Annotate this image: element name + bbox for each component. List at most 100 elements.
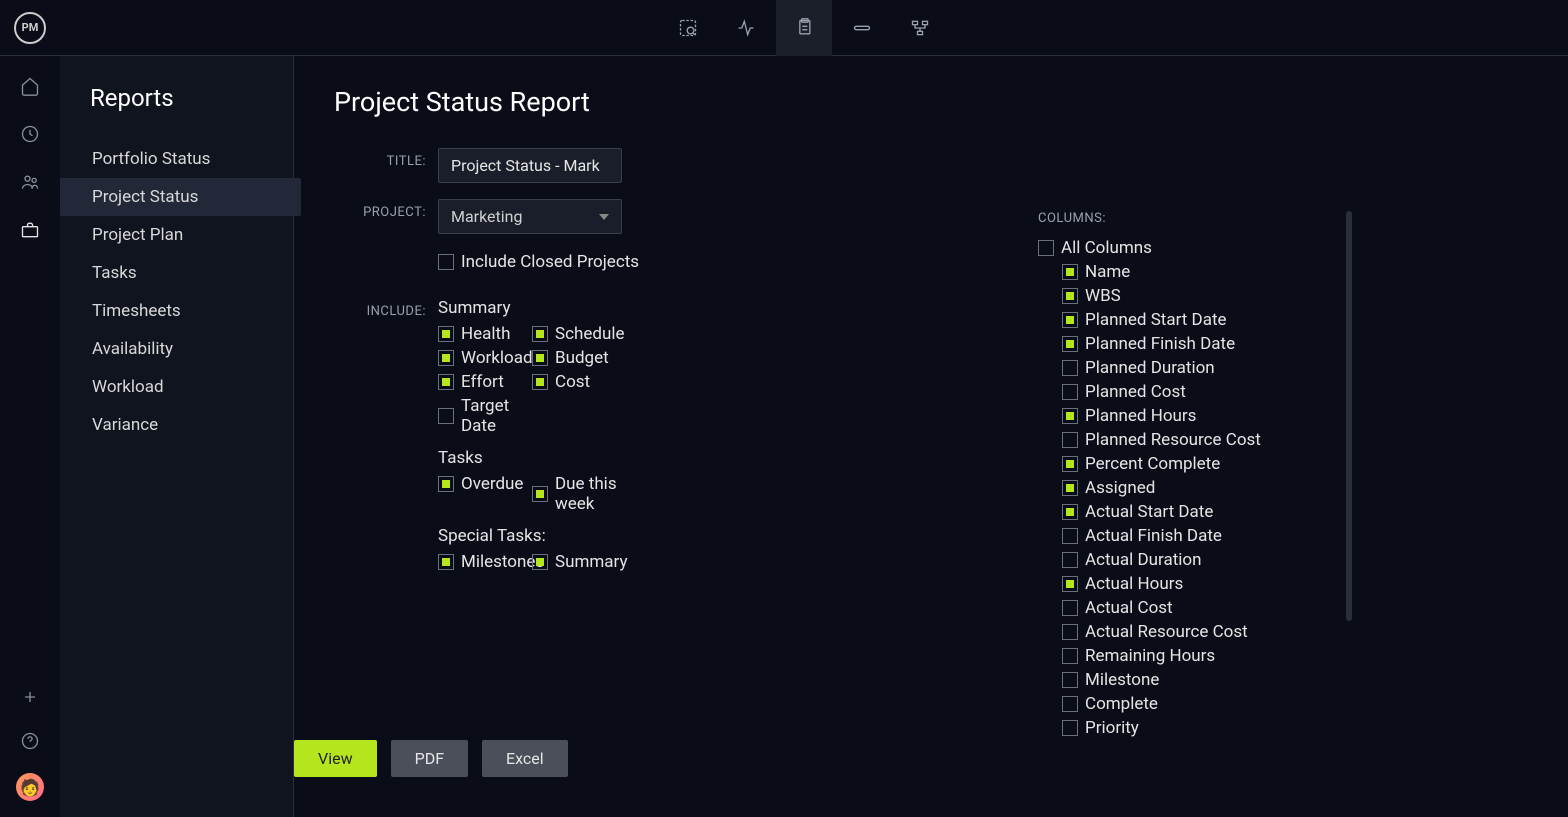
sidebar-item-timesheets[interactable]: Timesheets <box>90 292 293 330</box>
checkbox-cost[interactable] <box>532 374 548 390</box>
column-label: Name <box>1085 262 1130 282</box>
checkbox-target-date[interactable] <box>438 408 454 424</box>
column-checkbox-planned-resource-cost[interactable] <box>1062 432 1078 448</box>
column-label: Actual Finish Date <box>1085 526 1222 546</box>
column-checkbox-priority[interactable] <box>1062 720 1078 736</box>
include-label: INCLUDE: <box>334 298 426 319</box>
all-columns-checkbox[interactable] <box>1038 240 1054 256</box>
column-label: Actual Cost <box>1085 598 1173 618</box>
column-checkbox-planned-finish-date[interactable] <box>1062 336 1078 352</box>
column-checkbox-milestone[interactable] <box>1062 672 1078 688</box>
column-checkbox-name[interactable] <box>1062 264 1078 280</box>
sidebar-item-project-plan[interactable]: Project Plan <box>90 216 293 254</box>
include-group-title: Special Tasks: <box>438 526 626 546</box>
column-checkbox-complete[interactable] <box>1062 696 1078 712</box>
column-label: Priority <box>1085 718 1139 738</box>
include-closed-checkbox[interactable] <box>438 254 454 270</box>
column-checkbox-actual-finish-date[interactable] <box>1062 528 1078 544</box>
avatar[interactable]: 🧑 <box>16 773 44 801</box>
checkbox-label: Workload <box>461 348 533 368</box>
column-checkbox-planned-cost[interactable] <box>1062 384 1078 400</box>
checkbox-effort[interactable] <box>438 374 454 390</box>
app-logo[interactable]: PM <box>14 12 46 44</box>
page-title: Project Status Report <box>334 86 1528 118</box>
reports-heading: Reports <box>90 84 293 112</box>
checkbox-label: Target Date <box>461 396 532 436</box>
column-checkbox-actual-hours[interactable] <box>1062 576 1078 592</box>
overview-tab-icon[interactable] <box>660 0 716 56</box>
column-label: Percent Complete <box>1085 454 1220 474</box>
scrollbar-thumb[interactable] <box>1346 211 1352 621</box>
column-checkbox-actual-duration[interactable] <box>1062 552 1078 568</box>
checkbox-overdue[interactable] <box>438 476 454 492</box>
checkbox-workload[interactable] <box>438 350 454 366</box>
include-group-title: Tasks <box>438 448 626 468</box>
column-label: Remaining Hours <box>1085 646 1215 666</box>
activity-tab-icon[interactable] <box>718 0 774 56</box>
help-icon[interactable] <box>18 729 42 753</box>
scrollbar[interactable] <box>1346 211 1352 751</box>
sidebar-item-portfolio-status[interactable]: Portfolio Status <box>90 140 293 178</box>
sidebar-item-tasks[interactable]: Tasks <box>90 254 293 292</box>
checkbox-label: Cost <box>555 372 590 392</box>
column-checkbox-planned-start-date[interactable] <box>1062 312 1078 328</box>
column-label: Milestone <box>1085 670 1159 690</box>
checkbox-label: Budget <box>555 348 609 368</box>
column-checkbox-actual-resource-cost[interactable] <box>1062 624 1078 640</box>
checkbox-milestones[interactable] <box>438 554 454 570</box>
action-buttons: View PDF Excel <box>294 740 568 777</box>
column-label: WBS <box>1085 286 1121 306</box>
column-checkbox-planned-duration[interactable] <box>1062 360 1078 376</box>
title-input[interactable] <box>438 148 622 183</box>
briefcase-icon[interactable] <box>18 218 42 242</box>
column-checkbox-wbs[interactable] <box>1062 288 1078 304</box>
column-checkbox-remaining-hours[interactable] <box>1062 648 1078 664</box>
project-dropdown[interactable]: Marketing <box>438 199 622 234</box>
column-label: Planned Duration <box>1085 358 1215 378</box>
title-label: TITLE: <box>334 148 426 169</box>
checkbox-label: Due this week <box>555 474 626 514</box>
sidebar-item-availability[interactable]: Availability <box>90 330 293 368</box>
sidebar-item-variance[interactable]: Variance <box>90 406 293 444</box>
add-icon[interactable] <box>18 685 42 709</box>
reports-sidebar: Reports Portfolio StatusProject StatusPr… <box>60 56 294 817</box>
column-checkbox-actual-start-date[interactable] <box>1062 504 1078 520</box>
checkbox-label: Effort <box>461 372 504 392</box>
column-label: Planned Start Date <box>1085 310 1227 330</box>
column-checkbox-assigned[interactable] <box>1062 480 1078 496</box>
checkbox-summary[interactable] <box>532 554 548 570</box>
workflow-tab-icon[interactable] <box>892 0 948 56</box>
column-checkbox-planned-hours[interactable] <box>1062 408 1078 424</box>
home-icon[interactable] <box>18 74 42 98</box>
include-group-title: Summary <box>438 298 626 318</box>
view-button[interactable]: View <box>294 740 377 777</box>
main-panel: Project Status Report TITLE: PROJECT: Ma… <box>294 56 1568 817</box>
column-label: Planned Hours <box>1085 406 1196 426</box>
left-rail: 🧑 <box>0 56 60 817</box>
logo-box: PM <box>0 0 60 56</box>
checkbox-health[interactable] <box>438 326 454 342</box>
column-label: Actual Resource Cost <box>1085 622 1248 642</box>
reports-tab-icon[interactable] <box>776 0 832 56</box>
checkbox-budget[interactable] <box>532 350 548 366</box>
sidebar-item-workload[interactable]: Workload <box>90 368 293 406</box>
sidebar-item-project-status[interactable]: Project Status <box>60 178 301 216</box>
chevron-down-icon <box>599 214 609 220</box>
include-closed-label: Include Closed Projects <box>461 252 639 272</box>
checkbox-schedule[interactable] <box>532 326 548 342</box>
excel-button[interactable]: Excel <box>482 740 568 777</box>
team-icon[interactable] <box>18 170 42 194</box>
recent-icon[interactable] <box>18 122 42 146</box>
pdf-button[interactable]: PDF <box>391 740 468 777</box>
column-label: Actual Start Date <box>1085 502 1213 522</box>
view-tabs <box>660 0 948 56</box>
project-value: Marketing <box>451 207 522 226</box>
project-label: PROJECT: <box>334 199 426 220</box>
checkbox-due-this-week[interactable] <box>532 486 548 502</box>
link-tab-icon[interactable] <box>834 0 890 56</box>
columns-panel: COLUMNS: All Columns NameWBSPlanned Star… <box>1038 211 1350 740</box>
column-checkbox-actual-cost[interactable] <box>1062 600 1078 616</box>
column-label: Planned Resource Cost <box>1085 430 1261 450</box>
column-label: Actual Duration <box>1085 550 1202 570</box>
column-checkbox-percent-complete[interactable] <box>1062 456 1078 472</box>
